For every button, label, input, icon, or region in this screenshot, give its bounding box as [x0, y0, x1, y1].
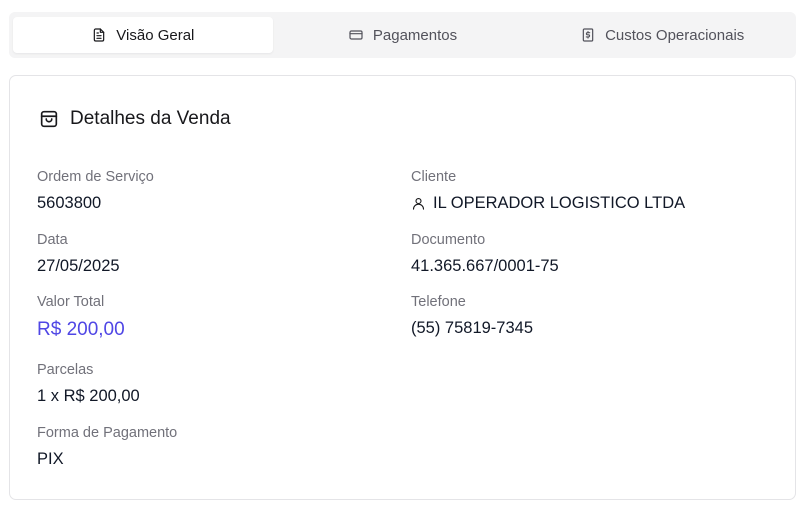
tab-custos-operacionais[interactable]: Custos Operacionais — [532, 17, 792, 53]
field-forma-pagamento: Forma de Pagamento PIX — [37, 424, 177, 470]
field-label: Documento — [411, 232, 486, 248]
field-value: (55) 75819-7345 — [411, 319, 534, 337]
field-label: Ordem de Serviço — [37, 169, 154, 185]
tab-bar: Visão Geral Pagamentos Custos Operaciona… — [9, 12, 796, 58]
card-title-text: Detalhes da Venda — [70, 108, 231, 129]
tab-label: Custos Operacionais — [605, 26, 745, 44]
field-label: Cliente — [411, 169, 457, 185]
field-label: Forma de Pagamento — [37, 425, 178, 441]
sale-details-card: Detalhes da Venda Ordem de Serviço 56038… — [9, 75, 796, 500]
field-value: 1 x R$ 200,00 — [37, 387, 140, 405]
field-cliente: Cliente IL OPERADOR LOGISTICO LTDA — [411, 168, 685, 214]
field-telefone: Telefone (55) 75819-7345 — [411, 293, 533, 339]
tab-visao-geral[interactable]: Visão Geral — [13, 17, 273, 53]
file-text-icon — [94, 28, 105, 42]
field-label: Valor Total — [37, 294, 105, 310]
field-documento: Documento 41.365.667/0001-75 — [411, 231, 559, 277]
client-value: IL OPERADOR LOGISTICO LTDA — [411, 192, 685, 214]
shopping-bag-icon — [40, 110, 58, 128]
receipt-dollar-icon — [582, 28, 594, 42]
tab-label: Pagamentos — [372, 26, 458, 44]
client-name: IL OPERADOR LOGISTICO LTDA — [433, 194, 686, 212]
credit-card-icon — [349, 30, 363, 40]
total-value: R$ 200,00 — [37, 319, 125, 340]
field-label: Data — [37, 232, 68, 248]
field-valor-total: Valor Total R$ 200,00 — [37, 293, 125, 341]
field-label: Parcelas — [37, 362, 94, 378]
field-value: 41.365.667/0001-75 — [411, 257, 559, 275]
tab-pagamentos[interactable]: Pagamentos — [273, 17, 533, 53]
field-parcelas: Parcelas 1 x R$ 200,00 — [37, 361, 140, 407]
field-value: 27/05/2025 — [37, 257, 120, 275]
field-ordem-servico: Ordem de Serviço 5603800 — [37, 168, 154, 214]
tab-label: Visão Geral — [116, 26, 195, 44]
user-icon — [412, 197, 425, 210]
field-value: 5603800 — [37, 194, 102, 212]
field-label: Telefone — [411, 294, 466, 310]
card-title: Detalhes da Venda — [38, 108, 231, 130]
field-value: PIX — [37, 450, 64, 468]
field-data: Data 27/05/2025 — [37, 231, 120, 277]
